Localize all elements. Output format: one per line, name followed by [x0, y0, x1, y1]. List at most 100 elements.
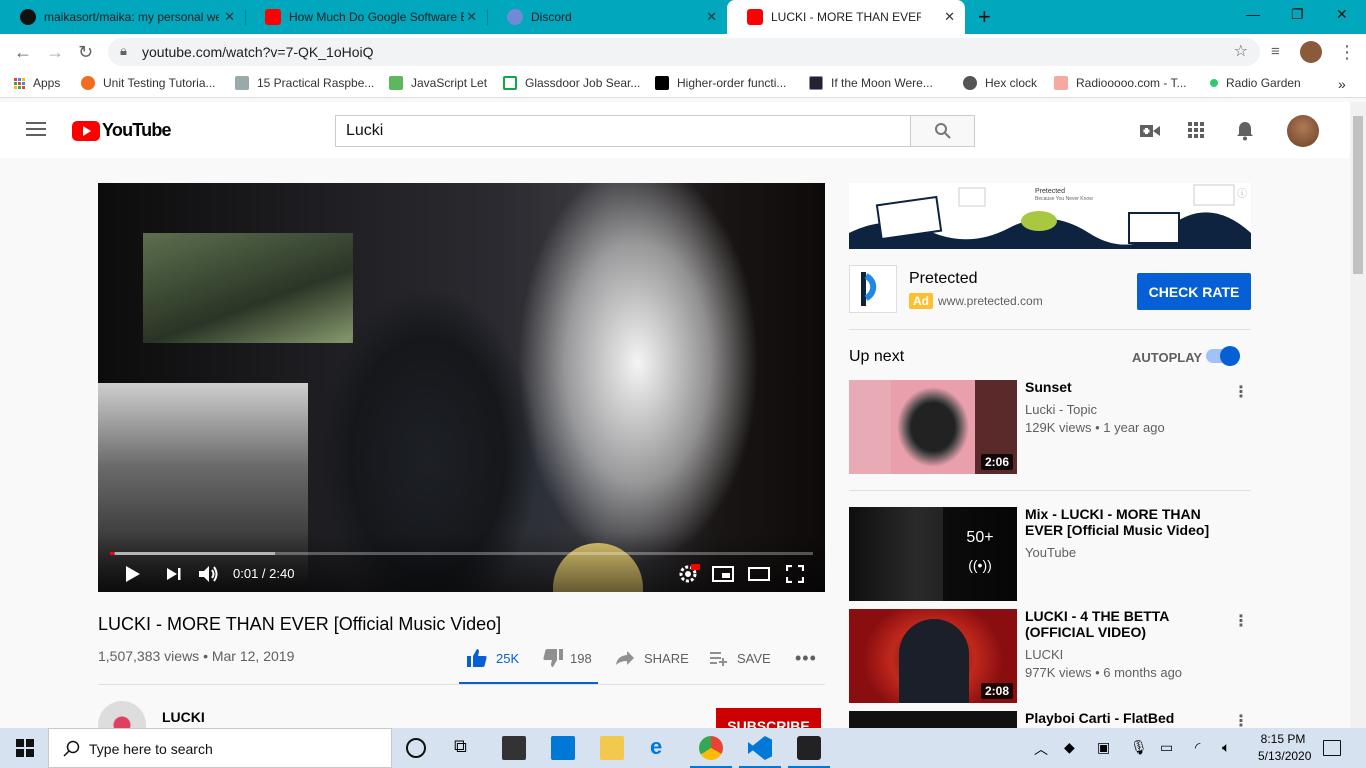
dropbox-icon[interactable]: ◆: [1064, 739, 1088, 763]
fullscreen-icon[interactable]: [786, 565, 804, 583]
play-icon[interactable]: [125, 565, 141, 583]
save-button[interactable]: SAVE: [709, 650, 771, 666]
tab-lucki[interactable]: LUCKI - MORE THAN EVER [C ✕: [727, 0, 965, 34]
bookmark-radio-garden[interactable]: Radio Garden: [1210, 76, 1301, 90]
rec-title[interactable]: Mix - LUCKI - MORE THAN EVER [Official M…: [1025, 506, 1235, 538]
close-icon[interactable]: ✕: [944, 9, 955, 25]
tab-discord[interactable]: Discord ✕: [487, 0, 727, 34]
youtube-logo[interactable]: YouTube: [72, 120, 172, 141]
rec-thumbnail-4-the-betta[interactable]: 2:08: [849, 609, 1017, 703]
bookmark-javascript-let[interactable]: JavaScript Let: [389, 76, 487, 90]
address-bar[interactable]: 🔒︎ youtube.com/watch?v=7-QK_1oHoiQ ☆: [108, 38, 1260, 66]
rec-thumbnail-flatbed[interactable]: [849, 711, 1017, 728]
reload-icon[interactable]: ↻: [78, 42, 93, 63]
rec-thumbnail-sunset[interactable]: 2:06: [849, 380, 1017, 474]
progress-bar[interactable]: [110, 552, 813, 555]
edge-icon[interactable]: e: [650, 734, 674, 759]
bookmark-moon[interactable]: If the Moon Were...: [809, 76, 933, 90]
close-icon[interactable]: ✕: [466, 9, 477, 25]
create-video-icon[interactable]: [1140, 124, 1160, 138]
notifications-bell-icon[interactable]: [1236, 121, 1254, 141]
search-input[interactable]: Lucki: [335, 115, 911, 147]
rec-title[interactable]: Playboi Carti - FlatBed Freestyle: [1025, 710, 1235, 728]
rec-channel[interactable]: LUCKI: [1025, 647, 1063, 662]
more-bookmarks-icon[interactable]: »: [1338, 76, 1346, 92]
profile-avatar[interactable]: [1300, 41, 1322, 63]
bookmark-higher-order[interactable]: Higher-order functi...: [655, 76, 786, 90]
cortana-icon[interactable]: [406, 738, 426, 758]
ad-info-icon[interactable]: ⓘ: [1237, 185, 1247, 200]
chrome-icon[interactable]: [699, 736, 723, 760]
close-icon[interactable]: ✕: [706, 9, 717, 25]
rec-title[interactable]: LUCKI - 4 THE BETTA (OFFICIAL VIDEO): [1025, 608, 1235, 640]
page-scrollbar[interactable]: [1350, 102, 1366, 728]
close-icon[interactable]: ✕: [224, 9, 235, 25]
media-control-icon[interactable]: ≡: [1271, 43, 1280, 60]
store-icon[interactable]: [502, 736, 526, 760]
more-options-icon[interactable]: ⋮: [1233, 711, 1249, 728]
more-actions-icon[interactable]: •••: [795, 648, 817, 669]
menu-icon[interactable]: ⋮: [1338, 42, 1356, 63]
rec-title[interactable]: Sunset: [1025, 379, 1235, 395]
thumbnail-art: [899, 619, 969, 703]
settings-gear-icon[interactable]: [678, 564, 700, 584]
rec-thumbnail-mix[interactable]: 50+ ((•)): [849, 507, 1017, 601]
autoplay-toggle[interactable]: [1206, 346, 1240, 366]
bookmark-radiooooo[interactable]: Radiooooo.com - T...: [1054, 76, 1187, 90]
ad-banner[interactable]: Pretected Because You Never Know ⓘ: [849, 183, 1251, 249]
action-center-icon[interactable]: [1323, 740, 1341, 756]
file-explorer-icon[interactable]: [600, 736, 624, 760]
ad-title[interactable]: Pretected: [909, 270, 977, 288]
apps-icon[interactable]: [1188, 122, 1204, 138]
autoplay-label: AUTOPLAY: [1132, 350, 1203, 365]
tab-github[interactable]: maikasort/maika: my personal we ✕: [0, 0, 245, 34]
vscode-icon[interactable]: [748, 736, 772, 760]
task-view-icon[interactable]: ⧉: [454, 736, 478, 760]
close-window-button[interactable]: ✕: [1336, 6, 1348, 23]
windows-start-icon[interactable]: [16, 739, 34, 757]
theater-mode-icon[interactable]: [748, 567, 770, 581]
app-tray-icon[interactable]: ▣: [1097, 739, 1121, 763]
bookmark-apps[interactable]: Apps: [14, 76, 60, 90]
video-player[interactable]: 0:01 / 2:40: [98, 183, 825, 592]
back-icon[interactable]: ←: [14, 42, 32, 63]
search-button[interactable]: [910, 115, 975, 147]
clock[interactable]: 8:15 PM 5/13/2020: [1258, 731, 1311, 765]
show-hidden-icons-chevron-icon[interactable]: ︿: [1034, 739, 1058, 763]
check-rate-button[interactable]: CHECK RATE: [1137, 273, 1251, 310]
bookmark-glassdoor[interactable]: Glassdoor Job Sear...: [503, 76, 640, 90]
next-icon[interactable]: [166, 567, 182, 581]
taskbar-search-box[interactable]: Type here to search: [48, 728, 392, 768]
forward-icon[interactable]: →: [46, 42, 64, 63]
subscribe-button[interactable]: SUBSCRIBE: [716, 708, 821, 728]
bookmark-unit-testing[interactable]: Unit Testing Tutoria...: [81, 76, 216, 90]
bookmark-hex-clock[interactable]: Hex clock: [963, 76, 1037, 90]
dislike-button[interactable]: 198: [542, 648, 592, 668]
more-options-icon[interactable]: ⋮: [1233, 611, 1249, 631]
volume-icon[interactable]: [198, 565, 220, 583]
bookmark-label: Radio Garden: [1226, 76, 1301, 90]
miniplayer-icon[interactable]: [712, 566, 734, 582]
tab-google-salary[interactable]: How Much Do Google Software E ✕: [245, 0, 487, 34]
microphone-icon[interactable]: 🎙︎: [1130, 739, 1154, 763]
rec-channel[interactable]: Lucki - Topic: [1025, 402, 1097, 417]
hamburger-menu-icon[interactable]: [26, 122, 46, 136]
mail-icon[interactable]: [551, 736, 575, 760]
star-icon[interactable]: ☆: [1234, 41, 1248, 61]
account-avatar[interactable]: [1287, 115, 1319, 147]
minimize-button[interactable]: —: [1246, 6, 1260, 22]
new-tab-button[interactable]: +: [978, 4, 991, 30]
channel-name[interactable]: LUCKI: [162, 709, 205, 725]
more-options-icon[interactable]: ⋮: [1233, 382, 1249, 402]
bookmark-raspberry[interactable]: 15 Practical Raspbe...: [235, 76, 374, 90]
share-button[interactable]: SHARE: [615, 650, 689, 666]
wifi-icon[interactable]: ◜: [1195, 739, 1219, 763]
unity-icon[interactable]: [797, 736, 821, 760]
like-button[interactable]: 25K: [466, 648, 519, 668]
speaker-icon[interactable]: 🔈︎: [1222, 739, 1246, 763]
battery-icon[interactable]: ▭: [1160, 739, 1184, 763]
advertiser-logo[interactable]: [849, 265, 897, 313]
tab-title: How Much Do Google Software E: [289, 10, 464, 24]
mix-radio-icon: ((•)): [968, 557, 992, 573]
maximize-button[interactable]: ❐: [1291, 6, 1304, 23]
